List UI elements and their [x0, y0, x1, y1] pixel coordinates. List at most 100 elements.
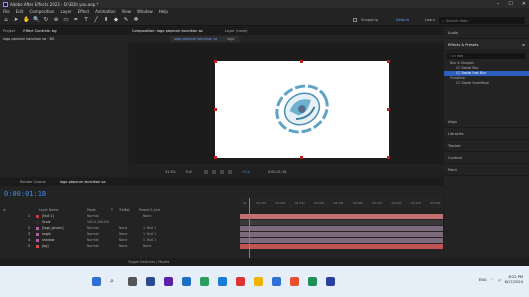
- search-icon[interactable]: ⌕: [110, 277, 119, 286]
- panel-tracker[interactable]: Tracker: [444, 140, 529, 152]
- menu-view[interactable]: View: [122, 9, 132, 14]
- layer-duration-bar[interactable]: [240, 231, 443, 237]
- panel-effects-presets[interactable]: Effects & Presets ≡: [444, 39, 529, 51]
- anchor-tool-icon[interactable]: ⊕: [53, 17, 59, 23]
- layer-parent[interactable]: 1. Null 1: [143, 232, 173, 236]
- composition-viewer[interactable]: [129, 43, 443, 165]
- layer-mode[interactable]: Normal: [87, 214, 111, 218]
- tab-layer[interactable]: Layer (none): [225, 29, 248, 33]
- label-color-swatch[interactable]: [36, 226, 39, 230]
- office-icon[interactable]: [290, 277, 299, 286]
- playhead[interactable]: [249, 198, 250, 266]
- edge-icon[interactable]: [218, 277, 227, 286]
- after-effects-taskbar-icon[interactable]: [326, 277, 335, 286]
- layer-row[interactable]: 5 [bg] Normal None None: [0, 243, 443, 249]
- layer-trkmat[interactable]: None: [119, 226, 133, 230]
- layer-name[interactable]: [logo_ginsen]: [42, 226, 87, 230]
- tab-project[interactable]: Project: [3, 29, 15, 33]
- workspace-default[interactable]: Default: [396, 18, 409, 22]
- selection-tool-icon[interactable]: ➤: [13, 17, 19, 23]
- menu-help[interactable]: Help: [159, 9, 168, 14]
- start-icon[interactable]: [92, 277, 101, 286]
- rotate-tool-icon[interactable]: ↻: [43, 17, 49, 23]
- label-color-swatch[interactable]: [36, 214, 39, 218]
- label-color-swatch[interactable]: [36, 238, 39, 242]
- tab-composition[interactable]: Composition: logo pepeum koncikan sa: [132, 29, 203, 33]
- layer-duration-bar[interactable]: [240, 225, 443, 231]
- zoom-tool-icon[interactable]: 🔍: [33, 17, 40, 23]
- close-button[interactable]: ✕: [522, 1, 526, 7]
- tab-timeline-comp[interactable]: logo pepeum koncikan sa: [60, 180, 106, 184]
- layer-parent[interactable]: None: [143, 244, 173, 248]
- roto-tool-icon[interactable]: ✎: [123, 17, 129, 23]
- layer-trkmat[interactable]: None: [119, 238, 133, 242]
- breadcrumb-comp[interactable]: logo pepeum koncikan sa: [174, 37, 217, 41]
- label-color-swatch[interactable]: [36, 244, 39, 248]
- layer-name[interactable]: [bg]: [42, 244, 87, 248]
- menu-composition[interactable]: Composition: [29, 9, 54, 14]
- layer-duration-bar[interactable]: [240, 243, 443, 249]
- rectangle-tool-icon[interactable]: ▭: [63, 17, 69, 23]
- layer-mode[interactable]: Normal: [87, 232, 111, 236]
- menu-icon[interactable]: ≡: [522, 43, 525, 47]
- exposure-value[interactable]: +0.0: [242, 170, 250, 174]
- label-color-swatch[interactable]: [36, 220, 39, 224]
- workspace-learn[interactable]: Learn: [425, 18, 435, 22]
- search-help-input[interactable]: ⌕ Search Help: [439, 17, 525, 24]
- chrome-icon[interactable]: [236, 277, 245, 286]
- layer-parent[interactable]: 1. Null 1: [143, 238, 173, 242]
- app-green-icon[interactable]: [308, 277, 317, 286]
- minimize-button[interactable]: –: [497, 1, 500, 7]
- layer-trkmat[interactable]: None: [119, 244, 133, 248]
- menu-effect[interactable]: Effect: [78, 9, 90, 14]
- zoom-select[interactable]: 31.3%: [165, 170, 176, 174]
- breadcrumb-logo[interactable]: logo: [227, 37, 234, 41]
- snapping-checkbox[interactable]: [353, 18, 357, 22]
- app-icon[interactable]: [146, 277, 155, 286]
- layer-name[interactable]: [Null 1]: [42, 214, 87, 218]
- composition-canvas[interactable]: [214, 60, 390, 159]
- type-tool-icon[interactable]: T: [83, 17, 89, 23]
- menu-window[interactable]: Window: [137, 9, 153, 14]
- layer-trkmat[interactable]: None: [119, 232, 133, 236]
- panel-audio[interactable]: Audio: [444, 27, 529, 39]
- menu-layer[interactable]: Layer: [60, 9, 71, 14]
- clock[interactable]: 8:22 PM 6/17/2024: [505, 275, 523, 285]
- maximize-button[interactable]: ☐: [508, 1, 512, 7]
- folder-icon[interactable]: [254, 277, 263, 286]
- effects-search-input[interactable]: ⌕ cc radi: [447, 53, 526, 59]
- tab-render-queue[interactable]: Render Queue: [20, 180, 46, 184]
- layer-name[interactable]: shadow: [42, 238, 87, 242]
- label-color-swatch[interactable]: [36, 232, 39, 236]
- layer-parent[interactable]: None: [143, 214, 173, 218]
- panel-paint[interactable]: Paint: [444, 164, 529, 176]
- mail-icon[interactable]: [272, 277, 281, 286]
- pen-tool-icon[interactable]: ✒: [73, 17, 79, 23]
- layer-duration-bar[interactable]: [240, 213, 443, 219]
- layer-mode[interactable]: Normal: [87, 226, 111, 230]
- menu-edit[interactable]: Edit: [16, 9, 24, 14]
- region-icon[interactable]: [203, 169, 208, 174]
- resolution-select[interactable]: Full: [186, 170, 192, 174]
- hand-tool-icon[interactable]: ✋: [23, 17, 30, 23]
- browser-icon[interactable]: [200, 277, 209, 286]
- layer-mode[interactable]: 100.0,100.0%: [87, 220, 111, 224]
- current-time-display[interactable]: 0:00:01:18: [4, 190, 46, 198]
- menu-animation[interactable]: Animation: [95, 9, 115, 14]
- task-view-icon[interactable]: [128, 277, 137, 286]
- brush-tool-icon[interactable]: ╱: [93, 17, 99, 23]
- layer-duration-bar[interactable]: [240, 219, 443, 225]
- layer-mode[interactable]: Normal: [87, 238, 111, 242]
- panel-libraries[interactable]: Libraries: [444, 128, 529, 140]
- menu-file[interactable]: File: [3, 9, 10, 14]
- photoshop-icon[interactable]: [182, 277, 191, 286]
- layer-name[interactable]: angle: [42, 232, 87, 236]
- premiere-icon[interactable]: [164, 277, 173, 286]
- eraser-tool-icon[interactable]: ◆: [113, 17, 119, 23]
- panel-align[interactable]: Align: [444, 116, 529, 128]
- lang-indicator[interactable]: ENG: [479, 278, 487, 282]
- layer-name[interactable]: Scale: [42, 220, 87, 224]
- panel-content[interactable]: Content: [444, 152, 529, 164]
- layer-parent[interactable]: 1. Null 1: [143, 226, 173, 230]
- camera-icon[interactable]: [227, 169, 232, 174]
